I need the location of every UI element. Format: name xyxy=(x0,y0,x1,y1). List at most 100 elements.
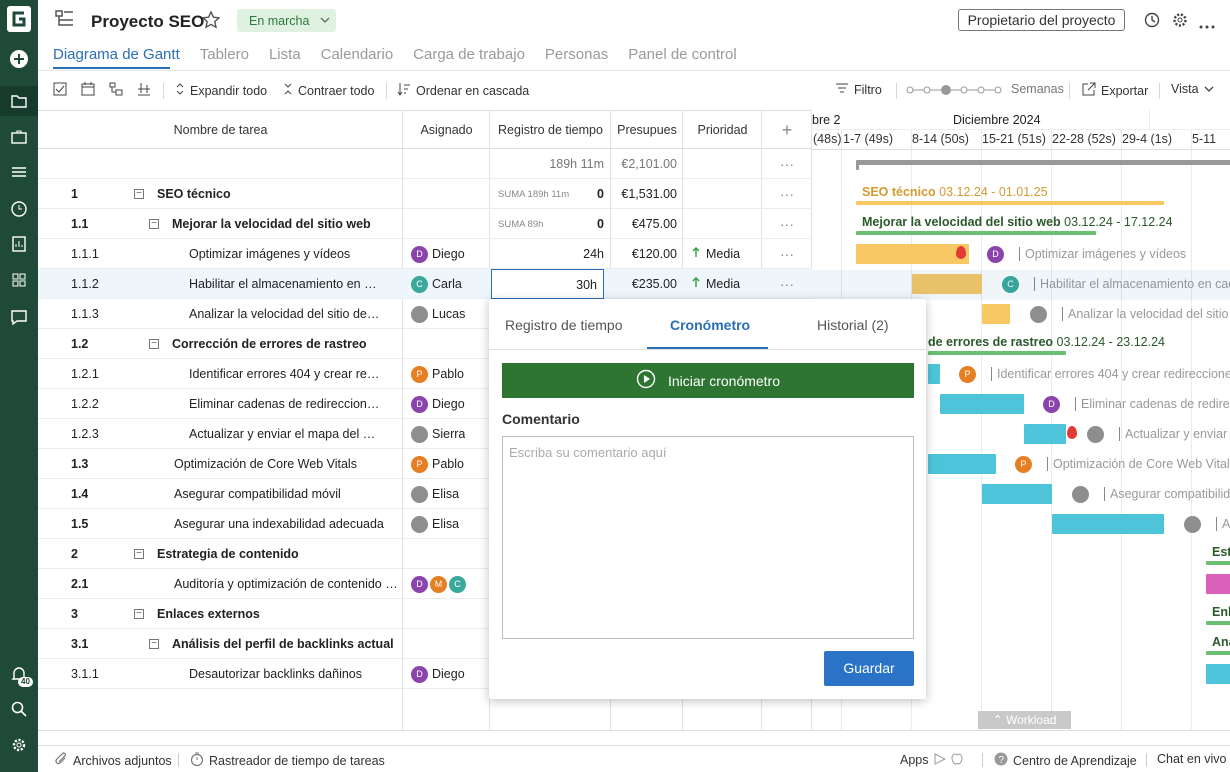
list-icon[interactable] xyxy=(0,157,38,187)
attachments-button[interactable]: Archivos adjuntos xyxy=(54,752,172,769)
column-header-budget[interactable]: Presupues xyxy=(611,110,683,149)
row-menu-icon[interactable]: ··· xyxy=(762,209,812,239)
assignee[interactable]: D Diego xyxy=(411,389,465,419)
assignee[interactable]: D Diego xyxy=(411,239,465,269)
reports-icon[interactable] xyxy=(0,229,38,259)
task-bar[interactable] xyxy=(982,304,1010,324)
row-menu-icon[interactable]: ··· xyxy=(762,239,812,269)
table-row[interactable]: 1.1.1 Optimizar imágenes y vídeos D Diego 24… xyxy=(38,239,812,269)
task-bar[interactable] xyxy=(1052,514,1164,534)
table-row[interactable]: 1− SEO técnico SUMA 189h 11m 0 €1,531.00 ··· xyxy=(38,179,812,209)
tab-workload[interactable]: Carga de trabajo xyxy=(413,46,525,68)
task-name[interactable]: Desautorizar backlinks dañinos xyxy=(189,659,381,689)
export-button[interactable]: Exportar xyxy=(1082,82,1148,99)
apps-link[interactable]: Apps xyxy=(900,752,963,768)
task-bar[interactable] xyxy=(940,394,1024,414)
task-name[interactable]: Análisis del perfil de backlinks actual xyxy=(172,629,397,659)
group-bar-content[interactable] xyxy=(1206,561,1230,565)
task-bar[interactable] xyxy=(1206,664,1230,684)
zoom-slider[interactable] xyxy=(906,84,1002,96)
group-bar-backlinks[interactable] xyxy=(1206,651,1230,655)
assignee-group[interactable]: DMC xyxy=(411,569,466,599)
settings-gear-icon[interactable] xyxy=(0,730,38,760)
task-name[interactable]: Eliminar cadenas de redireccionamiento xyxy=(189,389,381,419)
collapse-toggle-icon[interactable]: − xyxy=(149,639,159,649)
task-name[interactable]: Asegurar una indexabilidad adecuada xyxy=(174,509,399,539)
assignee[interactable]: P Pablo xyxy=(411,359,464,389)
tab-time-log[interactable]: Registro de tiempo xyxy=(505,317,623,333)
task-name[interactable]: Enlaces externos xyxy=(157,599,382,629)
column-header-assignee[interactable]: Asignado xyxy=(403,110,490,149)
row-menu-icon[interactable]: ··· xyxy=(762,269,812,299)
tab-board[interactable]: Tablero xyxy=(200,46,249,68)
hierarchy-icon[interactable] xyxy=(109,82,123,96)
time-value[interactable]: 24h xyxy=(491,239,604,269)
assignee[interactable]: Elisa xyxy=(411,479,459,509)
assignee[interactable]: C Carla xyxy=(411,269,462,299)
live-chat-link[interactable]: Chat en vivo xyxy=(1157,752,1226,766)
task-name[interactable]: Mejorar la velocidad del sitio web xyxy=(172,209,397,239)
table-row[interactable]: 1.1− Mejorar la velocidad del sitio web SU… xyxy=(38,209,812,239)
collapse-toggle-icon[interactable]: − xyxy=(134,189,144,199)
project-owner-button[interactable]: Propietario del proyecto xyxy=(958,9,1125,31)
task-bar[interactable] xyxy=(982,484,1052,504)
priority[interactable]: Media xyxy=(692,269,740,299)
assignee[interactable]: Sierra xyxy=(411,419,465,449)
tab-gantt[interactable]: Diagrama de Gantt xyxy=(53,46,180,68)
task-name[interactable]: SEO técnico xyxy=(157,179,382,209)
task-name[interactable]: Estrategia de contenido xyxy=(157,539,382,569)
settings-icon[interactable] xyxy=(1172,12,1188,31)
task-bar[interactable] xyxy=(856,244,969,264)
collapse-all-button[interactable]: Contraer todo xyxy=(283,82,374,99)
task-name[interactable]: Habilitar el almacenamiento en caché del… xyxy=(189,269,381,299)
projects-folder-icon[interactable] xyxy=(0,86,38,116)
group-bar-speed[interactable] xyxy=(856,231,1096,235)
task-bar[interactable] xyxy=(1024,424,1066,444)
clock-icon[interactable] xyxy=(0,194,38,224)
tab-history[interactable]: Historial (2) xyxy=(817,317,889,333)
chat-icon[interactable] xyxy=(0,302,38,332)
assignee[interactable]: P Pablo xyxy=(411,449,464,479)
view-dropdown[interactable]: Vista xyxy=(1171,82,1214,96)
collapse-toggle-icon[interactable]: − xyxy=(134,609,144,619)
task-name[interactable]: Corrección de errores de rastreo xyxy=(172,329,397,359)
more-options-icon[interactable] xyxy=(1199,17,1215,32)
budget-value[interactable]: €475.00 xyxy=(612,209,677,239)
calendar-add-icon[interactable] xyxy=(81,82,95,96)
collapse-toggle-icon[interactable]: − xyxy=(149,219,159,229)
row-menu-icon[interactable]: ··· xyxy=(762,149,812,179)
tab-list[interactable]: Lista xyxy=(269,46,301,68)
app-logo-icon[interactable] xyxy=(7,6,31,32)
project-summary-bar[interactable] xyxy=(856,160,1230,165)
task-name[interactable]: Optimización de Core Web Vitals xyxy=(174,449,399,479)
comment-textarea[interactable] xyxy=(502,436,914,639)
time-value[interactable]: 30h xyxy=(491,269,604,299)
briefcase-icon[interactable] xyxy=(0,122,38,152)
tab-people[interactable]: Personas xyxy=(545,46,608,68)
save-button[interactable]: Guardar xyxy=(824,651,914,686)
search-icon[interactable] xyxy=(0,694,38,724)
collapse-toggle-icon[interactable]: − xyxy=(134,549,144,559)
column-header-time-log[interactable]: Registro de tiempo xyxy=(490,110,611,149)
workload-toggle-button[interactable]: ⌃ Workload xyxy=(978,711,1071,729)
critical-path-icon[interactable] xyxy=(137,82,151,96)
apps-grid-icon[interactable] xyxy=(0,265,38,295)
task-name[interactable]: Optimizar imágenes y vídeos xyxy=(189,239,381,269)
tab-calendar[interactable]: Calendario xyxy=(321,46,394,68)
budget-value[interactable]: €120.00 xyxy=(612,239,677,269)
time-value[interactable]: 0 xyxy=(491,179,604,209)
priority[interactable]: Media xyxy=(692,239,740,269)
group-bar-crawl[interactable] xyxy=(928,351,1066,355)
tab-dashboard[interactable]: Panel de control xyxy=(628,46,736,68)
task-bar[interactable] xyxy=(1206,574,1230,594)
column-header-priority[interactable]: Prioridad xyxy=(683,110,762,149)
start-stopwatch-button[interactable]: Iniciar cronómetro xyxy=(502,363,914,398)
task-name[interactable]: Asegurar compatibilidad móvil xyxy=(174,479,399,509)
task-time-tracker-button[interactable]: Rastreador de tiempo de tareas xyxy=(190,752,385,769)
add-icon[interactable] xyxy=(0,44,38,74)
collapse-toggle-icon[interactable]: − xyxy=(149,339,159,349)
expand-all-button[interactable]: Expandir todo xyxy=(175,82,267,99)
filter-button[interactable]: Filtro xyxy=(835,82,882,97)
table-row[interactable]: 1.1.2 Habilitar el almacenamiento en cach… xyxy=(38,269,812,299)
budget-value[interactable]: €235.00 xyxy=(612,269,677,299)
